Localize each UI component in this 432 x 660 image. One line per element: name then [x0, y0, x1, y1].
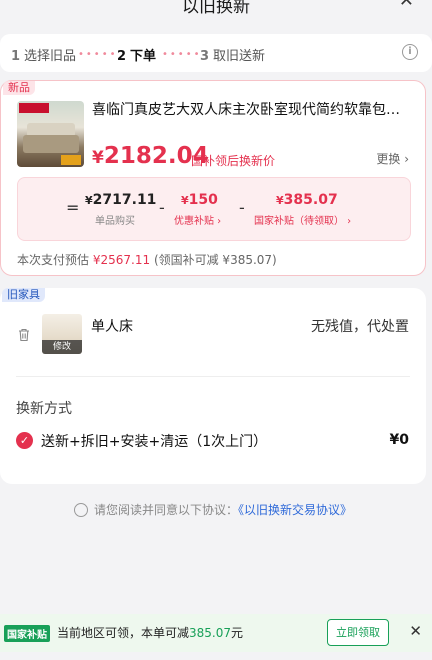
- change-button[interactable]: 更换 ›: [376, 150, 409, 167]
- subsidy-value[interactable]: ¥385.07: [276, 192, 338, 208]
- new-item-card: 新品 喜临门真皮艺大双人床主次卧室现代简约软靠包… ¥2182.04 国补领后换…: [0, 80, 426, 276]
- payment-estimate: 本次支付预估 ¥2567.11 (领国补可减 ¥385.07): [17, 253, 277, 267]
- method-title: 换新方式: [16, 401, 72, 417]
- subsidy-label[interactable]: 国家补贴（待领取） ›: [254, 212, 351, 227]
- check-icon[interactable]: ✓: [16, 432, 33, 449]
- equals-sign: =: [66, 198, 80, 217]
- old-item-name: 单人床: [91, 319, 133, 335]
- close-icon[interactable]: ✕: [399, 0, 414, 10]
- header: 以旧换新 ✕: [0, 0, 432, 30]
- product-image[interactable]: [17, 101, 84, 167]
- product-title[interactable]: 喜临门真皮艺大双人床主次卧室现代简约软靠包…: [92, 99, 412, 119]
- method-option[interactable]: 送新+拆旧+安装+清运（1次上门）: [41, 431, 267, 451]
- trash-icon[interactable]: [17, 328, 31, 342]
- price-label: 国补领后换新价: [191, 154, 276, 168]
- subsidy-banner: 国家补贴 当前地区可领，本单可减385.07元 立即领取 ✕: [0, 614, 432, 652]
- method-price: ¥0: [389, 432, 409, 448]
- agreement-text: 请您阅读并同意以下协议：: [94, 503, 239, 517]
- minus-sign: -: [239, 198, 245, 217]
- banner-text: 当前地区可领，本单可减385.07元: [57, 626, 244, 640]
- step-2: 2 下单: [117, 49, 157, 64]
- step-1: 1 选择旧品: [11, 49, 77, 64]
- agreement-link[interactable]: 《以旧换新交易协议》: [238, 503, 352, 517]
- discount-label[interactable]: 优惠补贴 ›: [174, 212, 221, 227]
- claim-button[interactable]: 立即领取: [327, 619, 389, 646]
- info-icon[interactable]: i: [402, 44, 418, 60]
- agree-radio[interactable]: [74, 503, 88, 517]
- divider: [16, 376, 410, 377]
- minus-sign: -: [159, 198, 165, 217]
- old-item-tag: 旧家具: [2, 288, 45, 302]
- gov-subsidy-tag: 国家补贴: [4, 625, 50, 642]
- step-dots: •••••: [162, 49, 202, 60]
- old-item-card: 旧家具 修改 单人床 无残值，代处置 换新方式 ✓ 送新+拆旧+安装+清运（1次…: [0, 288, 426, 484]
- price-breakdown: = ¥2717.11 单品购买 - ¥150 优惠补贴 › - ¥385.07 …: [17, 177, 411, 241]
- step-dots: •••••: [78, 49, 118, 60]
- discount-value[interactable]: ¥150: [181, 192, 218, 208]
- page-title: 以旧换新: [182, 0, 250, 17]
- old-item-image[interactable]: 修改: [42, 314, 82, 354]
- close-icon[interactable]: ✕: [409, 622, 422, 640]
- old-item-status: 无残值，代处置: [311, 319, 409, 335]
- unit-price: ¥2717.11: [85, 192, 157, 208]
- modify-button[interactable]: 修改: [42, 340, 82, 354]
- new-item-tag: 新品: [3, 81, 35, 95]
- step-progress: 1 选择旧品 ••••• 2 下单 ••••• 3 取旧送新 i: [0, 34, 432, 72]
- unit-price-label: 单品购买: [95, 216, 135, 227]
- agreement-row: 请您阅读并同意以下协议：《以旧换新交易协议》: [74, 501, 352, 518]
- step-3: 3 取旧送新: [200, 49, 266, 64]
